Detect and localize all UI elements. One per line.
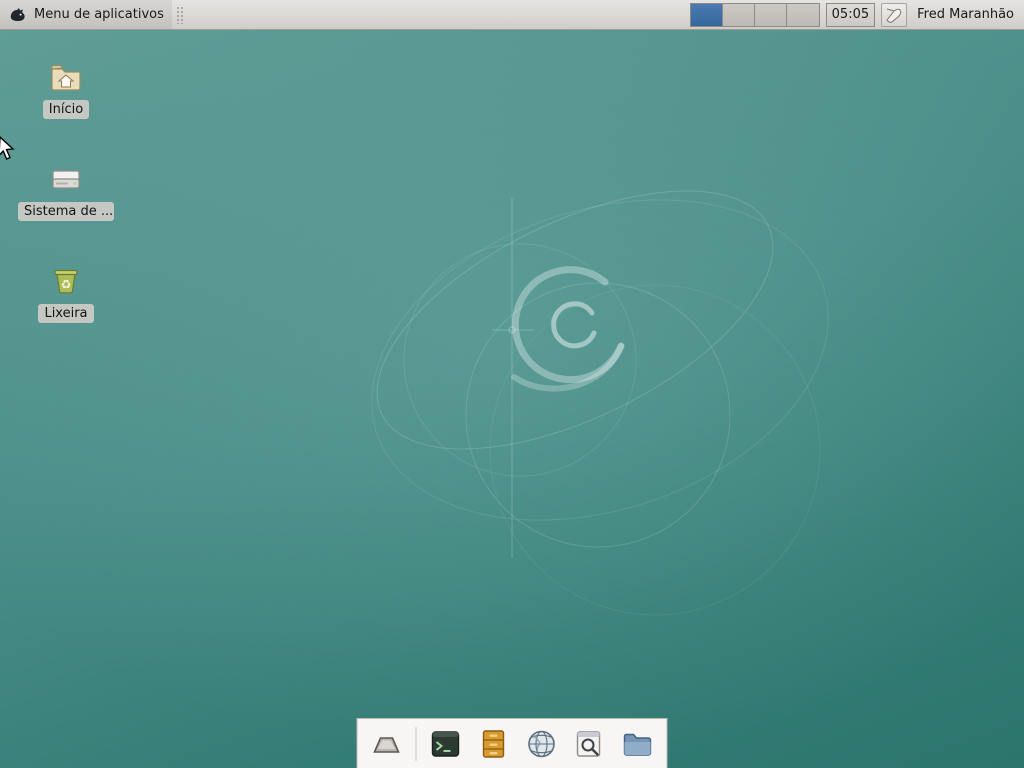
svg-text:♻: ♻: [61, 278, 72, 292]
file-manager-launcher-button[interactable]: [617, 723, 659, 765]
desktop-icon-label: Sistema de ...: [18, 202, 114, 221]
desktop-icon-filesystem[interactable]: Sistema de ...: [16, 158, 116, 260]
desktop-icon-home[interactable]: Início: [16, 56, 116, 158]
applications-menu-button[interactable]: Menu de aplicativos: [0, 0, 172, 29]
desktop-screen: Menu de aplicativos 05:05 Fred Maranhão: [0, 0, 1024, 768]
show-desktop-icon: [370, 727, 404, 761]
trash-bin-icon: ♻: [49, 264, 83, 298]
panel-grip-handle[interactable]: [176, 6, 183, 24]
web-browser-launcher-button[interactable]: [521, 723, 563, 765]
application-finder-icon: [573, 727, 607, 761]
desktop-icons: Início Sistema de ... ♻ Lixeira: [16, 56, 116, 362]
application-finder-launcher-button[interactable]: [569, 723, 611, 765]
folder-icon: [621, 727, 655, 761]
workspace-1[interactable]: [691, 4, 723, 26]
panel-left: Menu de aplicativos: [0, 0, 183, 29]
mouse-device-icon: [885, 7, 903, 23]
workspace-2[interactable]: [723, 4, 755, 26]
workspace-3[interactable]: [755, 4, 787, 26]
file-cabinet-icon: [477, 727, 511, 761]
wallpaper-artwork: [0, 30, 1024, 768]
terminal-launcher-button[interactable]: [425, 723, 467, 765]
home-folder-icon: [49, 60, 83, 94]
launcher-dock: [357, 718, 668, 768]
top-panel: Menu de aplicativos 05:05 Fred Maranhão: [0, 0, 1024, 30]
file-cabinet-launcher-button[interactable]: [473, 723, 515, 765]
mouse-applet-button[interactable]: [881, 3, 907, 27]
workspace-4[interactable]: [787, 4, 819, 26]
xfce-mouse-logo-icon: [8, 5, 28, 25]
filesystem-drive-icon: [49, 162, 83, 196]
panel-right: 05:05 Fred Maranhão: [690, 0, 1024, 29]
terminal-icon: [429, 727, 463, 761]
dock-separator: [416, 727, 417, 761]
user-menu[interactable]: Fred Maranhão: [913, 7, 1018, 22]
desktop-icon-trash[interactable]: ♻ Lixeira: [16, 260, 116, 362]
clock[interactable]: 05:05: [826, 3, 875, 27]
workspace-switcher: [690, 3, 820, 27]
desktop-wallpaper: Início Sistema de ... ♻ Lixeira: [0, 30, 1024, 768]
desktop-icon-label: Lixeira: [38, 304, 93, 323]
web-browser-globe-icon: [525, 727, 559, 761]
desktop-icon-label: Início: [43, 100, 89, 119]
show-desktop-button[interactable]: [366, 723, 408, 765]
applications-menu-label: Menu de aplicativos: [34, 7, 164, 22]
